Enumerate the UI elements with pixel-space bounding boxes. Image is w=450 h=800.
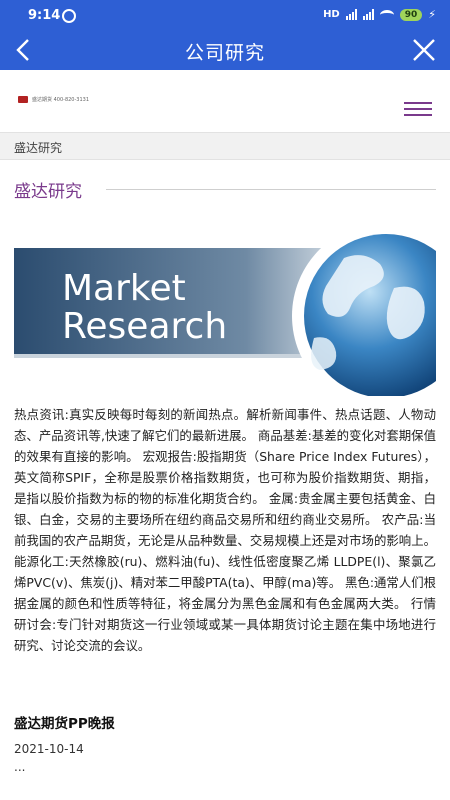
battery-indicator: 90 [399, 8, 423, 21]
wifi-icon [379, 9, 394, 20]
alarm-icon [62, 9, 76, 23]
close-icon[interactable] [410, 36, 438, 64]
banner-line-2: Research [62, 306, 227, 347]
news-title[interactable]: 盛达期货PP晚报 [14, 712, 436, 732]
status-indicators: HD 90 ⚡ [323, 8, 436, 21]
section-header: 盛达研究 [14, 177, 436, 202]
news-date: 2021-10-14 [14, 742, 84, 756]
status-time: 9:14 [28, 8, 61, 23]
breadcrumb-item[interactable]: 盛达研究 [14, 139, 62, 156]
breadcrumb: 盛达研究 [0, 132, 450, 160]
site-header: 盛达期货 400-820-3131 [0, 70, 450, 132]
section-title: 盛达研究 [14, 182, 82, 202]
research-description: 热点资讯:真实反映每时每刻的新闻热点。解析新闻事件、热点话题、人物动态、产品资讯… [14, 407, 436, 653]
charging-icon: ⚡ [428, 8, 436, 21]
logo-mark-icon [18, 96, 28, 103]
network-label: HD [323, 9, 340, 20]
hamburger-menu-icon[interactable] [404, 102, 432, 118]
page-title: 公司研究 [184, 42, 265, 64]
logo-text: 盛达期货 400-820-3131 [32, 97, 90, 103]
status-bar: 9:14 HD 90 ⚡ [0, 0, 450, 30]
section-divider [106, 189, 436, 190]
banner-line-1: Market [62, 268, 186, 309]
company-logo[interactable]: 盛达期货 400-820-3131 [18, 96, 89, 103]
news-item[interactable]: 盛达期货PP晚报 2021-10-14 ... [14, 712, 436, 774]
nav-bar: 公司研究 [0, 30, 450, 70]
news-excerpt: ... [14, 760, 26, 774]
signal-icon [345, 9, 357, 20]
signal-icon-2 [362, 9, 374, 20]
market-research-banner: Market Research [14, 218, 436, 396]
